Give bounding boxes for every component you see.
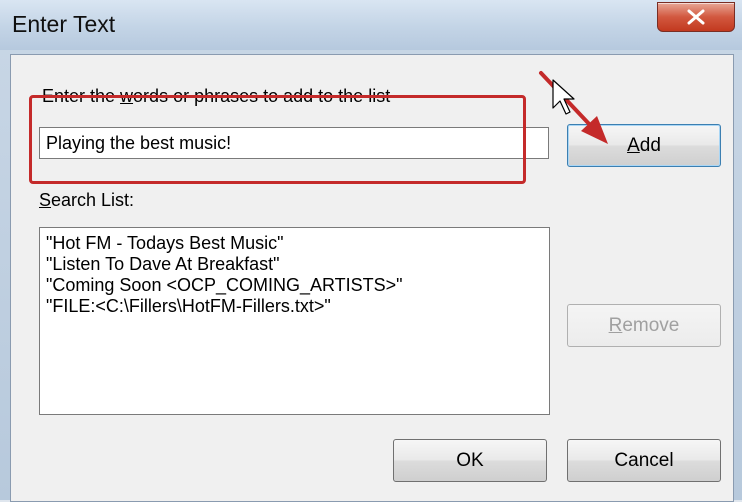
close-icon [687,9,705,25]
list-item[interactable]: "Coming Soon <OCP_COMING_ARTISTS>" [46,275,543,296]
add-button[interactable]: Add [567,124,721,167]
cancel-button[interactable]: Cancel [567,439,721,482]
remove-button[interactable]: Remove [567,304,721,347]
title-bar[interactable]: Enter Text [0,0,742,50]
list-item[interactable]: "Listen To Dave At Breakfast" [46,254,543,275]
enter-text-dialog: Enter Text Enter the words or phrases to… [0,0,742,502]
list-item[interactable]: "Hot FM - Todays Best Music" [46,233,543,254]
dialog-title: Enter Text [12,11,116,37]
ok-button[interactable]: OK [393,439,547,482]
phrase-input[interactable] [39,127,549,159]
list-item[interactable]: "FILE:<C:\Fillers\HotFM-Fillers.txt>" [46,296,543,317]
close-button[interactable] [657,2,735,32]
search-list[interactable]: "Hot FM - Todays Best Music" "Listen To … [39,227,550,415]
prompt-label: Enter the words or phrases to add to the… [42,86,391,106]
search-list-label: Search List: [39,190,135,210]
